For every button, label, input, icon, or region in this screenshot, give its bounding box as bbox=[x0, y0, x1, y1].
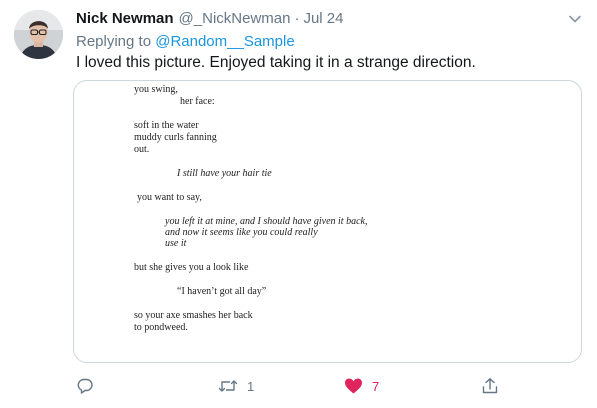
replying-to-mention[interactable]: @Random__Sample bbox=[155, 33, 294, 50]
poem-line: you want to say, bbox=[137, 192, 202, 203]
tweet-text: I loved this picture. Enjoyed taking it … bbox=[76, 54, 476, 71]
more-options-button[interactable] bbox=[564, 8, 586, 30]
retweet-button[interactable]: 1 bbox=[218, 372, 254, 400]
heart-icon bbox=[345, 378, 362, 394]
avatar[interactable] bbox=[14, 10, 63, 59]
reply-icon bbox=[77, 378, 93, 394]
reply-button[interactable] bbox=[76, 372, 94, 400]
poem-line: but she gives you a look like bbox=[134, 262, 249, 273]
separator-dot: · bbox=[294, 10, 300, 27]
replying-prefix: Replying to bbox=[76, 33, 152, 50]
display-name[interactable]: Nick Newman bbox=[76, 10, 174, 27]
poem-line: “I haven’t got all day” bbox=[177, 286, 267, 297]
poem-line: I still have your hair tie bbox=[177, 168, 272, 179]
poem-line: use it bbox=[165, 238, 187, 249]
poem-line: muddy curls fanning bbox=[134, 132, 217, 143]
tweet-image[interactable]: you swing, her face: soft in the water m… bbox=[73, 80, 582, 363]
chevron-down-icon bbox=[569, 15, 581, 23]
poem-line: soft in the water bbox=[134, 120, 199, 131]
like-button[interactable]: 7 bbox=[344, 372, 379, 400]
tweet[interactable]: Nick Newman @_NickNewman · Jul 24 Replyi… bbox=[0, 0, 597, 408]
retweet-icon bbox=[218, 380, 238, 392]
like-count: 7 bbox=[372, 378, 380, 394]
tweet-header: Nick Newman @_NickNewman · Jul 24 bbox=[76, 10, 344, 30]
retweet-count: 1 bbox=[247, 378, 255, 394]
share-button[interactable] bbox=[481, 372, 499, 400]
poem-line: you swing, bbox=[134, 84, 178, 95]
poem-line: so your axe smashes her back bbox=[134, 310, 253, 321]
poem-line: and now it seems like you could really bbox=[165, 227, 318, 238]
poem-line: to pondweed. bbox=[134, 322, 188, 333]
avatar-image bbox=[14, 10, 63, 59]
poem-line: her face: bbox=[180, 96, 215, 107]
tweet-date[interactable]: Jul 24 bbox=[303, 10, 343, 27]
user-handle[interactable]: @_NickNewman bbox=[179, 10, 291, 27]
tweet-actions: 1 7 bbox=[0, 372, 597, 400]
share-icon bbox=[482, 378, 498, 394]
poem-line: out. bbox=[134, 144, 150, 155]
replying-to-line: Replying to @Random__Sample bbox=[76, 33, 295, 50]
